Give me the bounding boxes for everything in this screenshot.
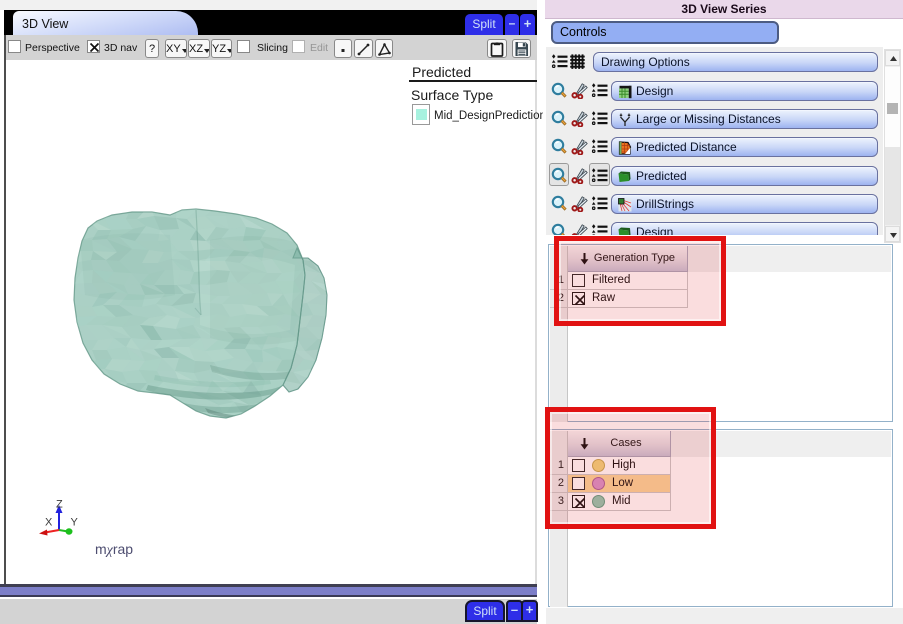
svg-text:Z: Z — [56, 499, 63, 511]
svg-text:Y: Y — [71, 517, 79, 529]
svg-text:X: X — [45, 517, 53, 529]
